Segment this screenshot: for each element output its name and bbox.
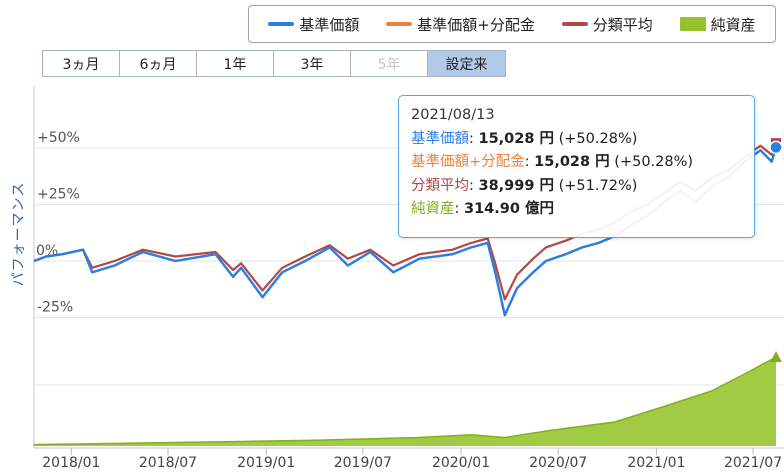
x-tick-label-3: 2019/07: [334, 455, 392, 471]
legend-swatch-avg: [561, 22, 588, 26]
x-tick-label-2: 2019/01: [237, 455, 295, 471]
x-axis-labels: 2018/01 2018/07 2019/01 2019/07 2020/01 2020/…: [42, 448, 782, 471]
tooltip-avg-row: 分類平均: 38,999 円 (+51.72%): [411, 177, 638, 194]
range-button-3m[interactable]: 3ヵ月: [43, 51, 120, 76]
x-tick-label-5: 2020/07: [529, 455, 587, 471]
y-tick-label-1: +25%: [37, 187, 80, 203]
x-tick-label-0: 2018/01: [42, 455, 100, 471]
tooltip-avg-pct: (+51.72%): [558, 177, 638, 194]
legend-swatch-assets: [679, 17, 706, 31]
legend-item-avg[interactable]: 分類平均: [561, 14, 653, 35]
tooltip-date: 2021/08/13: [411, 107, 495, 123]
tooltip-dist-value: 15,028 円: [534, 154, 610, 170]
x-tick-label-7: 2021/07: [724, 455, 782, 471]
range-button-5y: 5年: [351, 51, 428, 76]
assets-area-fill: [34, 357, 776, 446]
assets-area: [33, 356, 777, 446]
legend-item-nav[interactable]: 基準価額: [268, 14, 359, 35]
tooltip-assets-label: 純資産: [411, 201, 455, 217]
legend-swatch-nav: [268, 22, 295, 26]
marker-assets: [770, 351, 782, 363]
y-tick-label-3: -25%: [37, 300, 73, 316]
legend-label-nav: 基準価額: [299, 15, 360, 34]
tooltip-nav-row: 基準価額: 15,028 円 (+50.28%): [411, 130, 638, 147]
tooltip-dist-row: 基準価額+分配金: 15,028 円 (+50.28%): [411, 154, 694, 170]
legend-item-dist[interactable]: 基準価額+分配金: [386, 14, 535, 35]
legend-label-avg: 分類平均: [592, 15, 653, 34]
marker-nav: [769, 140, 783, 155]
chart-legend: 基準価額 基準価額+分配金 分類平均 純資産: [248, 5, 776, 43]
tooltip-avg-label: 分類平均: [411, 177, 469, 194]
legend-label-assets: 純資産: [710, 15, 756, 34]
data-tooltip: 2021/08/13 基準価額: 15,028 円 (+50.28%) 基準価額…: [398, 95, 755, 238]
range-button-since-inception[interactable]: 設定来: [428, 51, 505, 76]
tooltip-assets-value: 314.90 億円: [464, 201, 555, 217]
range-button-1y[interactable]: 1年: [197, 51, 274, 76]
range-button-6m[interactable]: 6ヵ月: [120, 51, 197, 76]
range-selector: 3ヵ月 6ヵ月 1年 3年 5年 設定来: [42, 50, 506, 77]
tooltip-assets-row: 純資産: 314.90 億円: [411, 201, 555, 217]
x-tick-label-6: 2021/01: [627, 455, 685, 471]
x-tick-label-1: 2018/07: [139, 455, 197, 471]
tooltip-nav-pct: (+50.28%): [558, 130, 638, 147]
legend-swatch-dist: [386, 22, 413, 26]
tooltip-nav-label: 基準価額: [411, 130, 469, 147]
tooltip-dist-pct: (+50.28%): [614, 154, 694, 170]
tooltip-avg-value: 38,999 円: [478, 177, 555, 194]
y-axis-labels: +50%+25%0%-25%: [36, 130, 80, 316]
tooltip-dist-label: 基準価額+分配金: [411, 154, 525, 170]
legend-item-assets[interactable]: 純資産: [679, 14, 756, 35]
legend-label-dist: 基準価額+分配金: [417, 15, 535, 34]
y-axis-title: パフォーマンス: [11, 181, 27, 287]
tooltip-nav-value: 15,028 円: [478, 130, 555, 147]
y-tick-label-0: +50%: [37, 130, 80, 146]
end-markers: [769, 138, 783, 363]
range-button-3y[interactable]: 3年: [274, 51, 351, 76]
x-tick-label-4: 2020/01: [432, 455, 490, 471]
